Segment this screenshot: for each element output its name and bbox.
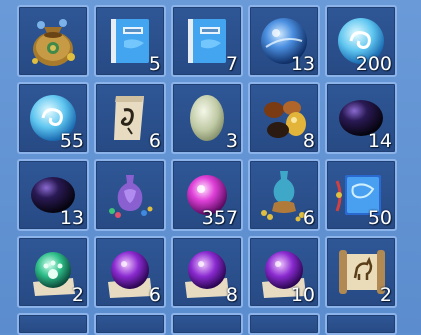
item-count: 2 xyxy=(379,284,392,306)
inventory-slot[interactable]: 357 xyxy=(171,159,243,231)
inventory-slot[interactable]: 8 xyxy=(248,82,320,154)
inventory-slot[interactable]: 55 xyxy=(17,82,89,154)
item-count: 200 xyxy=(355,53,392,75)
inventory-slot[interactable]: 6 xyxy=(248,159,320,231)
inventory-slot[interactable]: 14 xyxy=(325,82,397,154)
item-count: 8 xyxy=(225,284,238,306)
item-count: 7 xyxy=(225,53,238,75)
inventory-slot[interactable]: 10 xyxy=(248,236,320,308)
item-count: 10 xyxy=(290,284,315,306)
item-count: 2 xyxy=(71,284,84,306)
inventory-slot[interactable] xyxy=(248,313,320,335)
inventory-slot[interactable]: 2 xyxy=(17,236,89,308)
item-count: 13 xyxy=(290,53,315,75)
inventory-slot[interactable]: 8 xyxy=(171,236,243,308)
item-count: 50 xyxy=(367,207,392,229)
inventory-slot[interactable]: 6 xyxy=(94,82,166,154)
item-count: 6 xyxy=(148,284,161,306)
item-count: 3 xyxy=(225,130,238,152)
inventory-slot[interactable] xyxy=(94,313,166,335)
inventory-slot[interactable]: 3 xyxy=(171,82,243,154)
inventory-slot[interactable] xyxy=(17,313,89,335)
item-count: 357 xyxy=(201,207,238,229)
inventory-slot[interactable] xyxy=(17,5,89,77)
inventory-slot[interactable]: 5 xyxy=(94,5,166,77)
gem-vase-icon xyxy=(109,175,153,218)
item-count: 5 xyxy=(148,53,161,75)
item-count: 6 xyxy=(302,207,315,229)
item-count: 55 xyxy=(59,130,84,152)
item-count: 13 xyxy=(59,207,84,229)
inventory-slot[interactable] xyxy=(94,159,166,231)
inventory-slot[interactable]: 50 xyxy=(325,159,397,231)
inventory-slot[interactable]: 7 xyxy=(171,5,243,77)
item-count: 6 xyxy=(148,130,161,152)
inventory-slot[interactable] xyxy=(171,313,243,335)
coin-pouch-icon xyxy=(32,19,75,66)
inventory-slot[interactable]: 200 xyxy=(325,5,397,77)
inventory-row-partial xyxy=(17,313,397,335)
item-count: 14 xyxy=(367,130,392,152)
inventory-slot[interactable]: 13 xyxy=(17,159,89,231)
inventory-grid: 5 7 13 200 55 6 3 8 14 13 357 6 50 2 6 8… xyxy=(17,5,397,308)
item-count: 8 xyxy=(302,130,315,152)
inventory-slot[interactable]: 13 xyxy=(248,5,320,77)
inventory-slot[interactable]: 2 xyxy=(325,236,397,308)
inventory-panel: 5 7 13 200 55 6 3 8 14 13 357 6 50 2 6 8… xyxy=(0,0,421,335)
inventory-slot[interactable] xyxy=(325,313,397,335)
inventory-slot[interactable]: 6 xyxy=(94,236,166,308)
